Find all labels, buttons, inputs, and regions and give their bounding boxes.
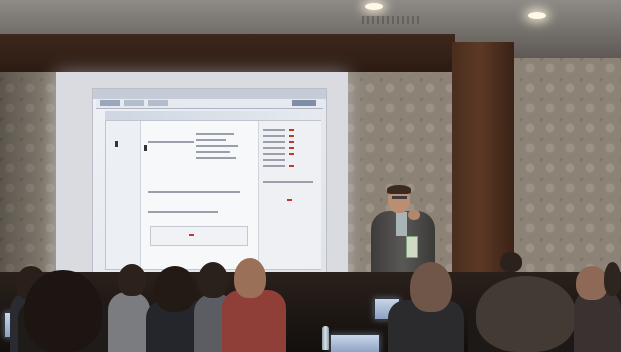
projected-glyph — [144, 145, 147, 151]
ceiling-vent — [362, 16, 422, 24]
water-bottle — [322, 326, 329, 350]
projected-window — [105, 120, 321, 270]
projected-tab — [124, 100, 144, 106]
presenter-lanyard-badge — [406, 236, 418, 258]
ceiling-light — [528, 12, 546, 19]
projected-red-marker — [289, 135, 294, 137]
presenter-hand — [408, 210, 420, 220]
projected-dialog-box — [150, 226, 248, 246]
audience-member — [108, 292, 150, 352]
presenter-glasses — [392, 196, 407, 199]
projected-text-line — [148, 141, 194, 143]
projected-glyph — [115, 141, 118, 147]
projected-text-line — [196, 145, 238, 147]
projected-text-line — [263, 129, 285, 131]
projected-text-line — [148, 191, 240, 193]
audience-head — [476, 276, 576, 352]
audience-head — [118, 264, 146, 296]
projected-red-marker — [287, 199, 292, 201]
projected-text-line — [196, 151, 230, 153]
projected-text-line — [196, 139, 226, 141]
presenter-hair — [387, 185, 411, 194]
projected-tab — [292, 100, 316, 106]
projected-red-marker — [289, 147, 294, 149]
projected-topbar — [93, 89, 326, 99]
projected-tab — [100, 100, 120, 106]
audience-head — [198, 262, 228, 298]
projected-software-ui — [92, 88, 327, 275]
audience-head — [24, 270, 102, 352]
projected-text-line — [263, 165, 285, 167]
projected-text-line — [263, 181, 313, 183]
projected-tabs — [96, 99, 323, 109]
projected-text-line — [263, 135, 285, 137]
projected-red-marker — [289, 129, 294, 131]
conference-room-photo — [0, 0, 621, 352]
projected-text-line — [263, 147, 285, 149]
projected-text-line — [196, 133, 234, 135]
audience-head — [410, 262, 452, 312]
audience-head — [154, 266, 196, 312]
presenter-shirt — [396, 212, 407, 236]
wood-beam — [0, 34, 455, 72]
projected-red-marker — [189, 234, 194, 236]
projected-text-line — [263, 159, 285, 161]
projected-text-line — [263, 141, 285, 143]
projected-left-panel — [106, 121, 141, 269]
projected-red-marker — [289, 165, 294, 167]
projected-text-line — [263, 153, 285, 155]
wood-pillar — [452, 42, 514, 280]
projected-red-marker — [289, 141, 294, 143]
projected-text-line — [196, 157, 236, 159]
audience-head — [604, 262, 621, 296]
projected-window-title — [105, 111, 319, 120]
audience-head — [500, 252, 522, 272]
projected-right-panel — [258, 121, 321, 269]
laptop-screen — [330, 334, 380, 352]
projected-tab — [148, 100, 168, 106]
projected-red-marker — [289, 153, 294, 155]
audience-head — [234, 258, 266, 298]
audience-member — [222, 290, 286, 352]
ceiling-light — [365, 3, 383, 10]
projected-text-line — [148, 211, 218, 213]
